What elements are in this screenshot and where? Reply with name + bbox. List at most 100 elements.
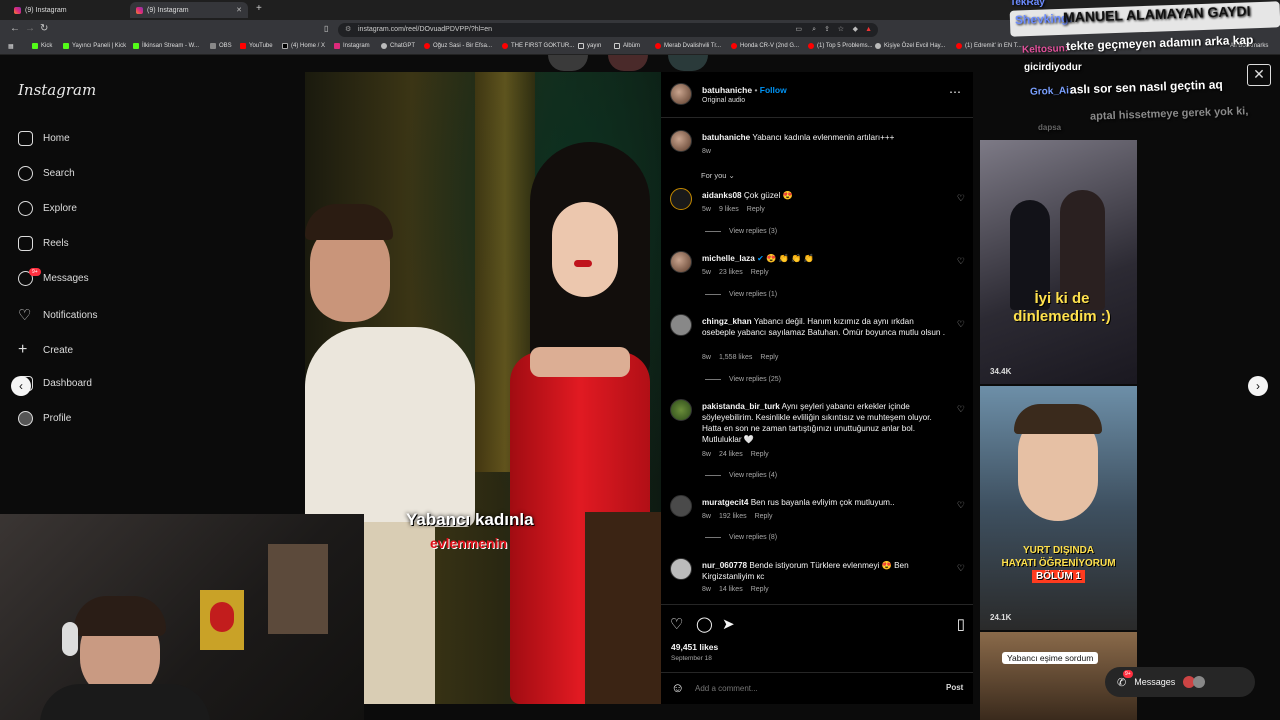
comment-sort-dropdown[interactable]: For you ⌄ <box>701 171 735 180</box>
tab-title: (9) Instagram <box>147 6 189 14</box>
zoom-icon[interactable]: ⌕ <box>812 23 816 37</box>
author-avatar[interactable] <box>670 130 692 152</box>
sidebar-item-search[interactable]: Search <box>18 166 75 181</box>
like-comment-icon[interactable]: ♡ <box>957 256 965 267</box>
commenter-avatar[interactable] <box>670 399 692 421</box>
view-replies-link[interactable]: View replies (25) <box>705 376 781 383</box>
caption-username[interactable]: batuhaniche <box>702 133 750 142</box>
bookmark-item[interactable]: YouTube <box>240 43 273 49</box>
like-comment-icon[interactable]: ♡ <box>957 500 965 511</box>
commenter-avatar[interactable] <box>670 251 692 273</box>
reply-link[interactable]: Reply <box>747 206 765 213</box>
more-options-icon[interactable]: ⋯ <box>949 85 961 99</box>
url-field[interactable]: ⚙ instagram.com/reel/DOvuadPDVPP/?hl=en … <box>338 23 878 37</box>
sidebar-item-reels[interactable]: Reels <box>18 236 69 251</box>
sidebar-item-notifications[interactable]: ♡ Notifications <box>18 306 97 324</box>
commenter-avatar[interactable] <box>670 314 692 336</box>
close-tab-icon[interactable]: ✕ <box>236 6 242 14</box>
reels-icon <box>18 236 33 251</box>
like-icon[interactable]: ♡ <box>670 615 683 633</box>
commenter-avatar[interactable] <box>670 188 692 210</box>
original-audio-link[interactable]: Original audio <box>702 97 745 104</box>
reply-link[interactable]: Reply <box>751 269 769 276</box>
commenter-avatar[interactable] <box>670 495 692 517</box>
star-icon[interactable]: ☆ <box>838 23 844 37</box>
back-icon[interactable]: ← <box>10 23 20 34</box>
add-comment-input[interactable] <box>695 681 925 695</box>
chat-message: aslı sor sen nasıl geçtin aq <box>1069 77 1223 97</box>
reply-link[interactable]: Reply <box>760 354 778 361</box>
instagram-logo[interactable]: Instagram <box>18 81 96 99</box>
reel-avatar-peek <box>668 55 708 71</box>
bookmark-item[interactable]: ChatGPT <box>381 43 415 49</box>
share-icon[interactable]: ➤ <box>722 615 735 633</box>
instagram-favicon-icon <box>136 6 143 14</box>
reply-link[interactable]: Reply <box>755 513 773 520</box>
previous-reel-button[interactable]: ‹ <box>11 376 31 396</box>
reel-thumbnail[interactable]: İyi ki de dinlemedim :) 34.4K <box>980 140 1137 384</box>
shield-icon[interactable]: ◆ <box>853 23 858 37</box>
reel-thumbnail[interactable]: YURT DIŞINDA HAYATI ÖĞRENİYORUM BÖLÜM 1 … <box>980 386 1137 630</box>
bookmark-item[interactable]: Yayıncı Paneli | Kick <box>63 43 126 49</box>
compass-icon <box>18 201 33 216</box>
bookmark-item[interactable]: Oğuz Sasi - Bir Efsa... <box>424 43 492 49</box>
view-replies-link[interactable]: View replies (3) <box>705 228 777 235</box>
bookmark-folder[interactable]: Albüm <box>614 43 640 49</box>
view-replies-link[interactable]: View replies (1) <box>705 291 777 298</box>
view-replies-link[interactable]: View replies (4) <box>705 472 777 479</box>
like-comment-icon[interactable]: ♡ <box>957 319 965 330</box>
sidebar-item-profile[interactable]: Profile <box>18 411 71 426</box>
likes-count[interactable]: 49,451 likes <box>671 642 718 652</box>
view-replies-link[interactable]: View replies (8) <box>705 534 777 541</box>
like-comment-icon[interactable]: ♡ <box>957 563 965 574</box>
extension-icon[interactable]: ▲ <box>865 23 872 37</box>
like-comment-icon[interactable]: ♡ <box>957 404 965 415</box>
comment-text: nur_060778 Bende istiyorum Türklere evle… <box>702 561 909 581</box>
post-comment-button[interactable]: Post <box>946 683 963 692</box>
save-icon[interactable]: ▯ <box>957 615 965 633</box>
like-comment-icon[interactable]: ♡ <box>957 193 965 204</box>
bookmark-item[interactable]: THE FIRST GOKTUR... <box>502 43 574 49</box>
next-reel-button[interactable]: › <box>1248 376 1268 396</box>
thumbnail-caption: YURT DIŞINDA HAYATI ÖĞRENİYORUM BÖLÜM 1 <box>1001 545 1116 583</box>
reply-link[interactable]: Reply <box>751 451 769 458</box>
comment-icon[interactable]: ◯ <box>696 615 713 633</box>
browser-tab-active[interactable]: (9) Instagram ✕ <box>130 2 248 18</box>
bookmark-item[interactable]: (4) Home / X <box>282 43 325 49</box>
bookmark-item[interactable]: Instagram <box>334 43 370 49</box>
bookmark-folder[interactable]: yayın <box>578 43 601 49</box>
forward-icon[interactable]: → <box>25 23 35 34</box>
sidebar-item-messages[interactable]: 9+ Messages <box>18 268 89 286</box>
actions-divider <box>661 604 973 605</box>
comment-meta: 8w 1,558 likes Reply <box>702 354 779 361</box>
bookmark-item[interactable]: Merab Dvalishvili Tr... <box>655 43 721 49</box>
follow-button[interactable]: Follow <box>760 85 787 95</box>
reel-avatar-peek <box>608 55 648 71</box>
sidebar-item-home[interactable]: Home <box>18 131 70 146</box>
author-avatar[interactable] <box>670 83 692 105</box>
share-icon[interactable]: ⇪ <box>824 23 830 37</box>
apps-icon[interactable]: ▦ <box>8 43 14 50</box>
author-username[interactable]: batuhaniche <box>702 85 752 95</box>
cast-icon[interactable]: ▭ <box>795 23 802 37</box>
messenger-icon: 9+ <box>18 268 41 286</box>
messages-pill[interactable]: ✆ 9+ Messages <box>1105 667 1255 697</box>
bookmark-item[interactable]: İlkinsan Stream - W... <box>133 43 199 49</box>
reload-icon[interactable]: ↻ <box>40 23 48 34</box>
bookmark-item[interactable]: Honda CR-V (2nd G... <box>731 43 799 49</box>
commenter-avatar[interactable] <box>670 558 692 580</box>
browser-tab[interactable]: (9) Instagram <box>8 2 128 18</box>
site-info-icon[interactable]: ⚙ <box>345 23 351 37</box>
sidebar-item-create[interactable]: + Create <box>18 341 73 359</box>
close-icon[interactable]: ✕ <box>1247 64 1271 86</box>
bookmark-page-icon[interactable]: ▯ <box>324 24 328 33</box>
emoji-icon[interactable]: ☺ <box>671 680 684 695</box>
bookmark-item[interactable]: Kişiye Özel Evcil Hay... <box>875 43 945 49</box>
bookmark-item[interactable]: OBS <box>210 43 232 49</box>
bookmark-item[interactable]: Kick <box>32 43 52 49</box>
bookmark-item[interactable]: (1) Top 5 Problems... <box>808 43 873 49</box>
new-tab-icon[interactable]: + <box>256 3 262 14</box>
bookmark-item[interactable]: (1) Edremit' in EN T... <box>956 43 1022 49</box>
sidebar-item-explore[interactable]: Explore <box>18 201 77 216</box>
reply-link[interactable]: Reply <box>751 586 769 593</box>
